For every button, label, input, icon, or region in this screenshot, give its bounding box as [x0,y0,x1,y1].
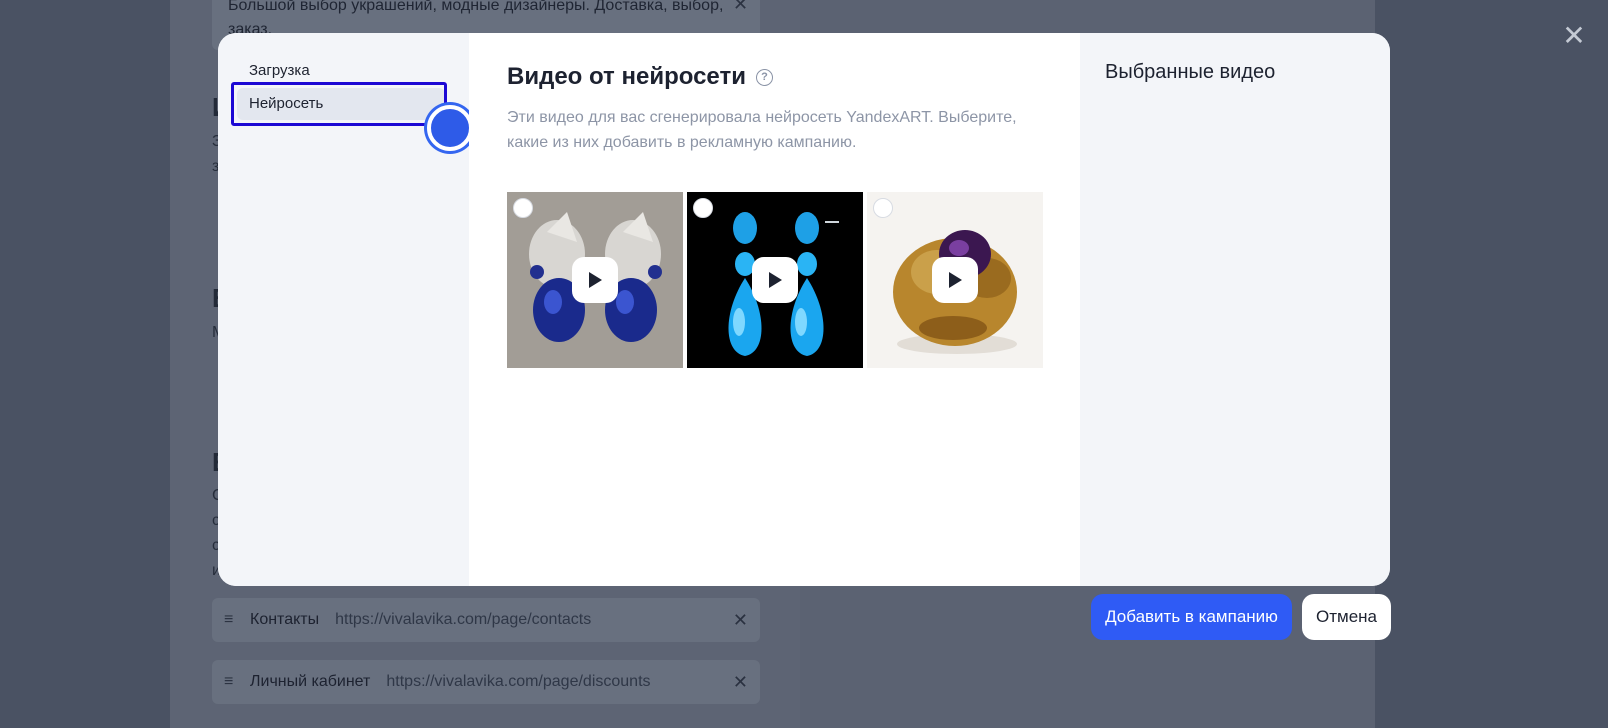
video-tile-amethyst-ring[interactable] [867,192,1043,368]
link-title: Личный кабинет [250,673,371,690]
background-link-row: ≡ Контакты https://vivalavika.com/page/c… [212,598,760,642]
remove-icon: ✕ [732,609,748,630]
selected-videos-title: Выбранные видео [1105,61,1276,83]
video-tile-sapphire-earrings[interactable] [507,192,683,368]
nav-item-upload[interactable]: Загрузка [237,55,445,87]
link-url: https://vivalavika.com/page/discounts [386,673,651,690]
select-checkbox[interactable] [693,198,713,218]
close-dialog-icon[interactable]: ✕ [1560,22,1588,50]
background-link-row: ≡ Личный кабинет https://vivalavika.com/… [212,660,760,704]
help-icon[interactable]: ? [755,68,773,86]
background-close-icon: ✕ [733,0,749,14]
video-tile-blue-drop-earrings[interactable] [687,192,863,368]
video-gallery [507,192,1043,368]
source-nav: Загрузка Нейросеть [218,33,473,586]
drag-handle-icon: ≡ [224,673,234,690]
cancel-button[interactable]: Отмена [1302,594,1391,640]
remove-icon: ✕ [732,671,748,692]
link-url: https://vivalavika.com/page/contacts [335,611,592,628]
nav-item-neural-network[interactable]: Нейросеть [237,88,445,120]
selected-videos-panel: Выбранные видео [1080,33,1390,586]
video-picker-dialog: Загрузка Нейросеть Видео от нейросети ? … [218,33,1390,586]
play-icon[interactable] [572,257,618,303]
link-title: Контакты [250,611,320,628]
select-checkbox[interactable] [513,198,533,218]
play-icon[interactable] [752,257,798,303]
panel-description: Эти видео для вас сгенерировала нейросет… [507,109,1017,151]
panel-heading: Видео от нейросети ? [507,63,773,91]
select-checkbox[interactable] [873,198,893,218]
drag-handle-icon: ≡ [224,611,234,628]
add-to-campaign-button[interactable]: Добавить в кампанию [1091,594,1292,640]
play-icon[interactable] [932,257,978,303]
neural-videos-panel: Видео от нейросети ? Эти видео для вас с… [469,33,1080,586]
page-title: Видео от нейросети [507,63,746,90]
